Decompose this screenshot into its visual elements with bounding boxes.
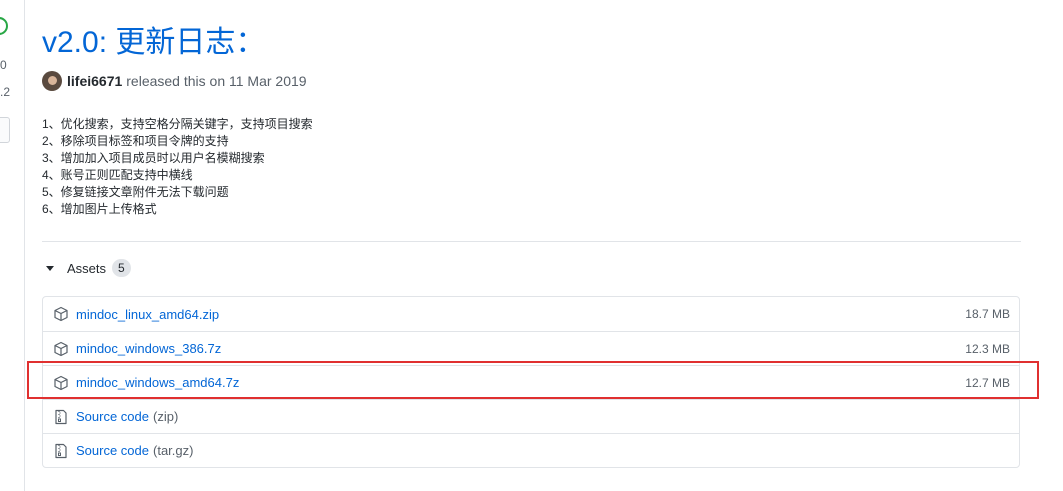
asset-download-link[interactable]: mindoc_linux_amd64.zip	[76, 307, 219, 322]
note-item: 6、增加图片上传格式	[42, 202, 157, 216]
assets-count-badge: 5	[112, 259, 131, 277]
highlight-box	[27, 361, 1039, 399]
source-code-targz-link[interactable]: Source code (tar.gz)	[76, 443, 193, 458]
note-item: 3、增加加入项目成员时以用户名模糊搜索	[42, 151, 265, 165]
release-meta: lifei6671 released this on 11 Mar 2019	[42, 71, 307, 91]
file-zip-icon	[55, 443, 67, 458]
package-icon	[54, 341, 68, 356]
asset-row: Source code (zip)	[43, 399, 1019, 433]
assets-toggle[interactable]: Assets 5	[42, 259, 131, 277]
note-item: 5、修复链接文章附件无法下载问题	[42, 185, 229, 199]
package-icon	[54, 306, 68, 322]
asset-download-link[interactable]: mindoc_windows_386.7z	[76, 341, 221, 356]
asset-row: mindoc_linux_amd64.zip 18.7 MB	[43, 297, 1019, 331]
avatar[interactable]	[42, 71, 62, 91]
divider	[42, 241, 1021, 242]
asset-row: mindoc_windows_386.7z 12.3 MB	[43, 331, 1019, 365]
left-rail: 0 .2	[0, 0, 25, 491]
note-item: 4、账号正则匹配支持中横线	[42, 168, 193, 182]
asset-size: 18.7 MB	[965, 307, 1010, 321]
source-code-zip-link[interactable]: Source code (zip)	[76, 409, 178, 424]
release-notes: 1、优化搜索，支持空格分隔关键字，支持项目搜索 2、移除项目标签和项目令牌的支持…	[42, 116, 313, 218]
asset-row: Source code (tar.gz)	[43, 433, 1019, 467]
check-circle-icon	[0, 17, 8, 35]
rail-count: 0	[0, 58, 7, 72]
note-item: 2、移除项目标签和项目令牌的支持	[42, 134, 229, 148]
caret-down-icon	[46, 265, 54, 271]
release-title[interactable]: v2.0: 更新日志：	[42, 24, 265, 62]
assets-title: Assets	[67, 260, 107, 276]
rail-count-2: .2	[0, 85, 11, 99]
note-item: 1、优化搜索，支持空格分隔关键字，支持项目搜索	[42, 117, 313, 131]
released-text: released this on 11 Mar 2019	[126, 73, 307, 89]
file-zip-icon	[55, 409, 67, 424]
asset-size: 12.3 MB	[965, 341, 1010, 356]
author-link[interactable]: lifei6671	[67, 73, 122, 89]
rail-button[interactable]	[0, 117, 10, 143]
